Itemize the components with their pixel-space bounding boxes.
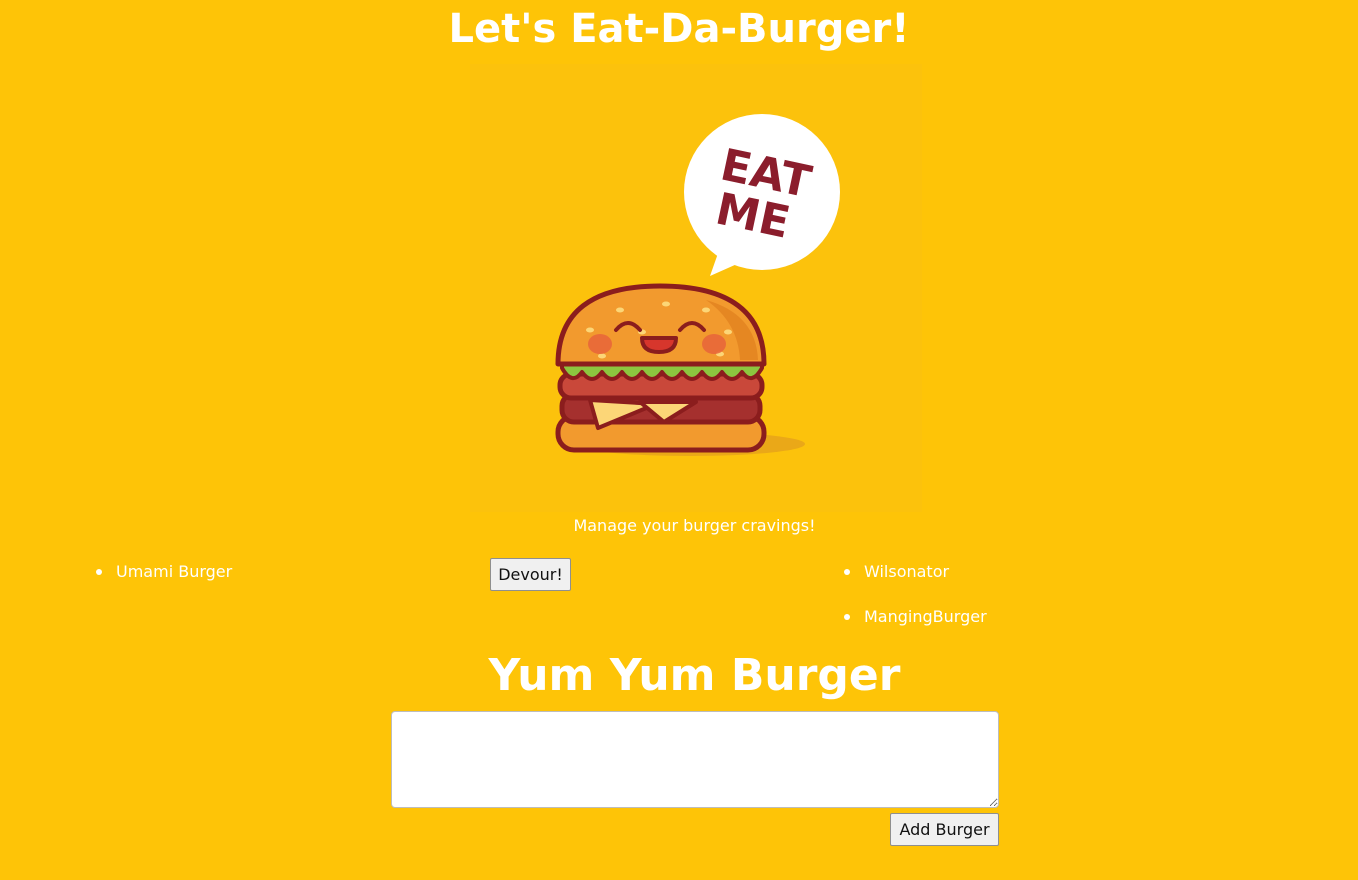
not-devoured-list: Umami Burger xyxy=(96,560,232,605)
bullet-icon xyxy=(844,569,850,575)
devour-button[interactable]: Devour! xyxy=(490,558,571,591)
burger-name: Wilsonator xyxy=(864,562,950,581)
burger-illustration: EAT ME xyxy=(555,114,840,456)
burger-name: Umami Burger xyxy=(116,562,233,581)
list-item: Wilsonator xyxy=(844,560,987,605)
burger-name: MangingBurger xyxy=(864,607,987,626)
tagline: Manage your burger cravings! xyxy=(573,516,816,535)
list-item: Umami Burger xyxy=(96,560,232,605)
bullet-icon xyxy=(844,614,850,620)
page-title: Let's Eat-Da-Burger! xyxy=(448,6,910,52)
speech-bubble: EAT ME xyxy=(684,114,840,276)
devoured-list: Wilsonator MangingBurger xyxy=(844,560,987,650)
form-title: Yum Yum Burger xyxy=(488,650,901,701)
add-burger-button[interactable]: Add Burger xyxy=(890,813,999,846)
burger-logo-image: EAT ME xyxy=(470,64,922,512)
list-item: MangingBurger xyxy=(844,605,987,650)
burger-name-input[interactable] xyxy=(391,711,999,808)
bullet-icon xyxy=(96,569,102,575)
